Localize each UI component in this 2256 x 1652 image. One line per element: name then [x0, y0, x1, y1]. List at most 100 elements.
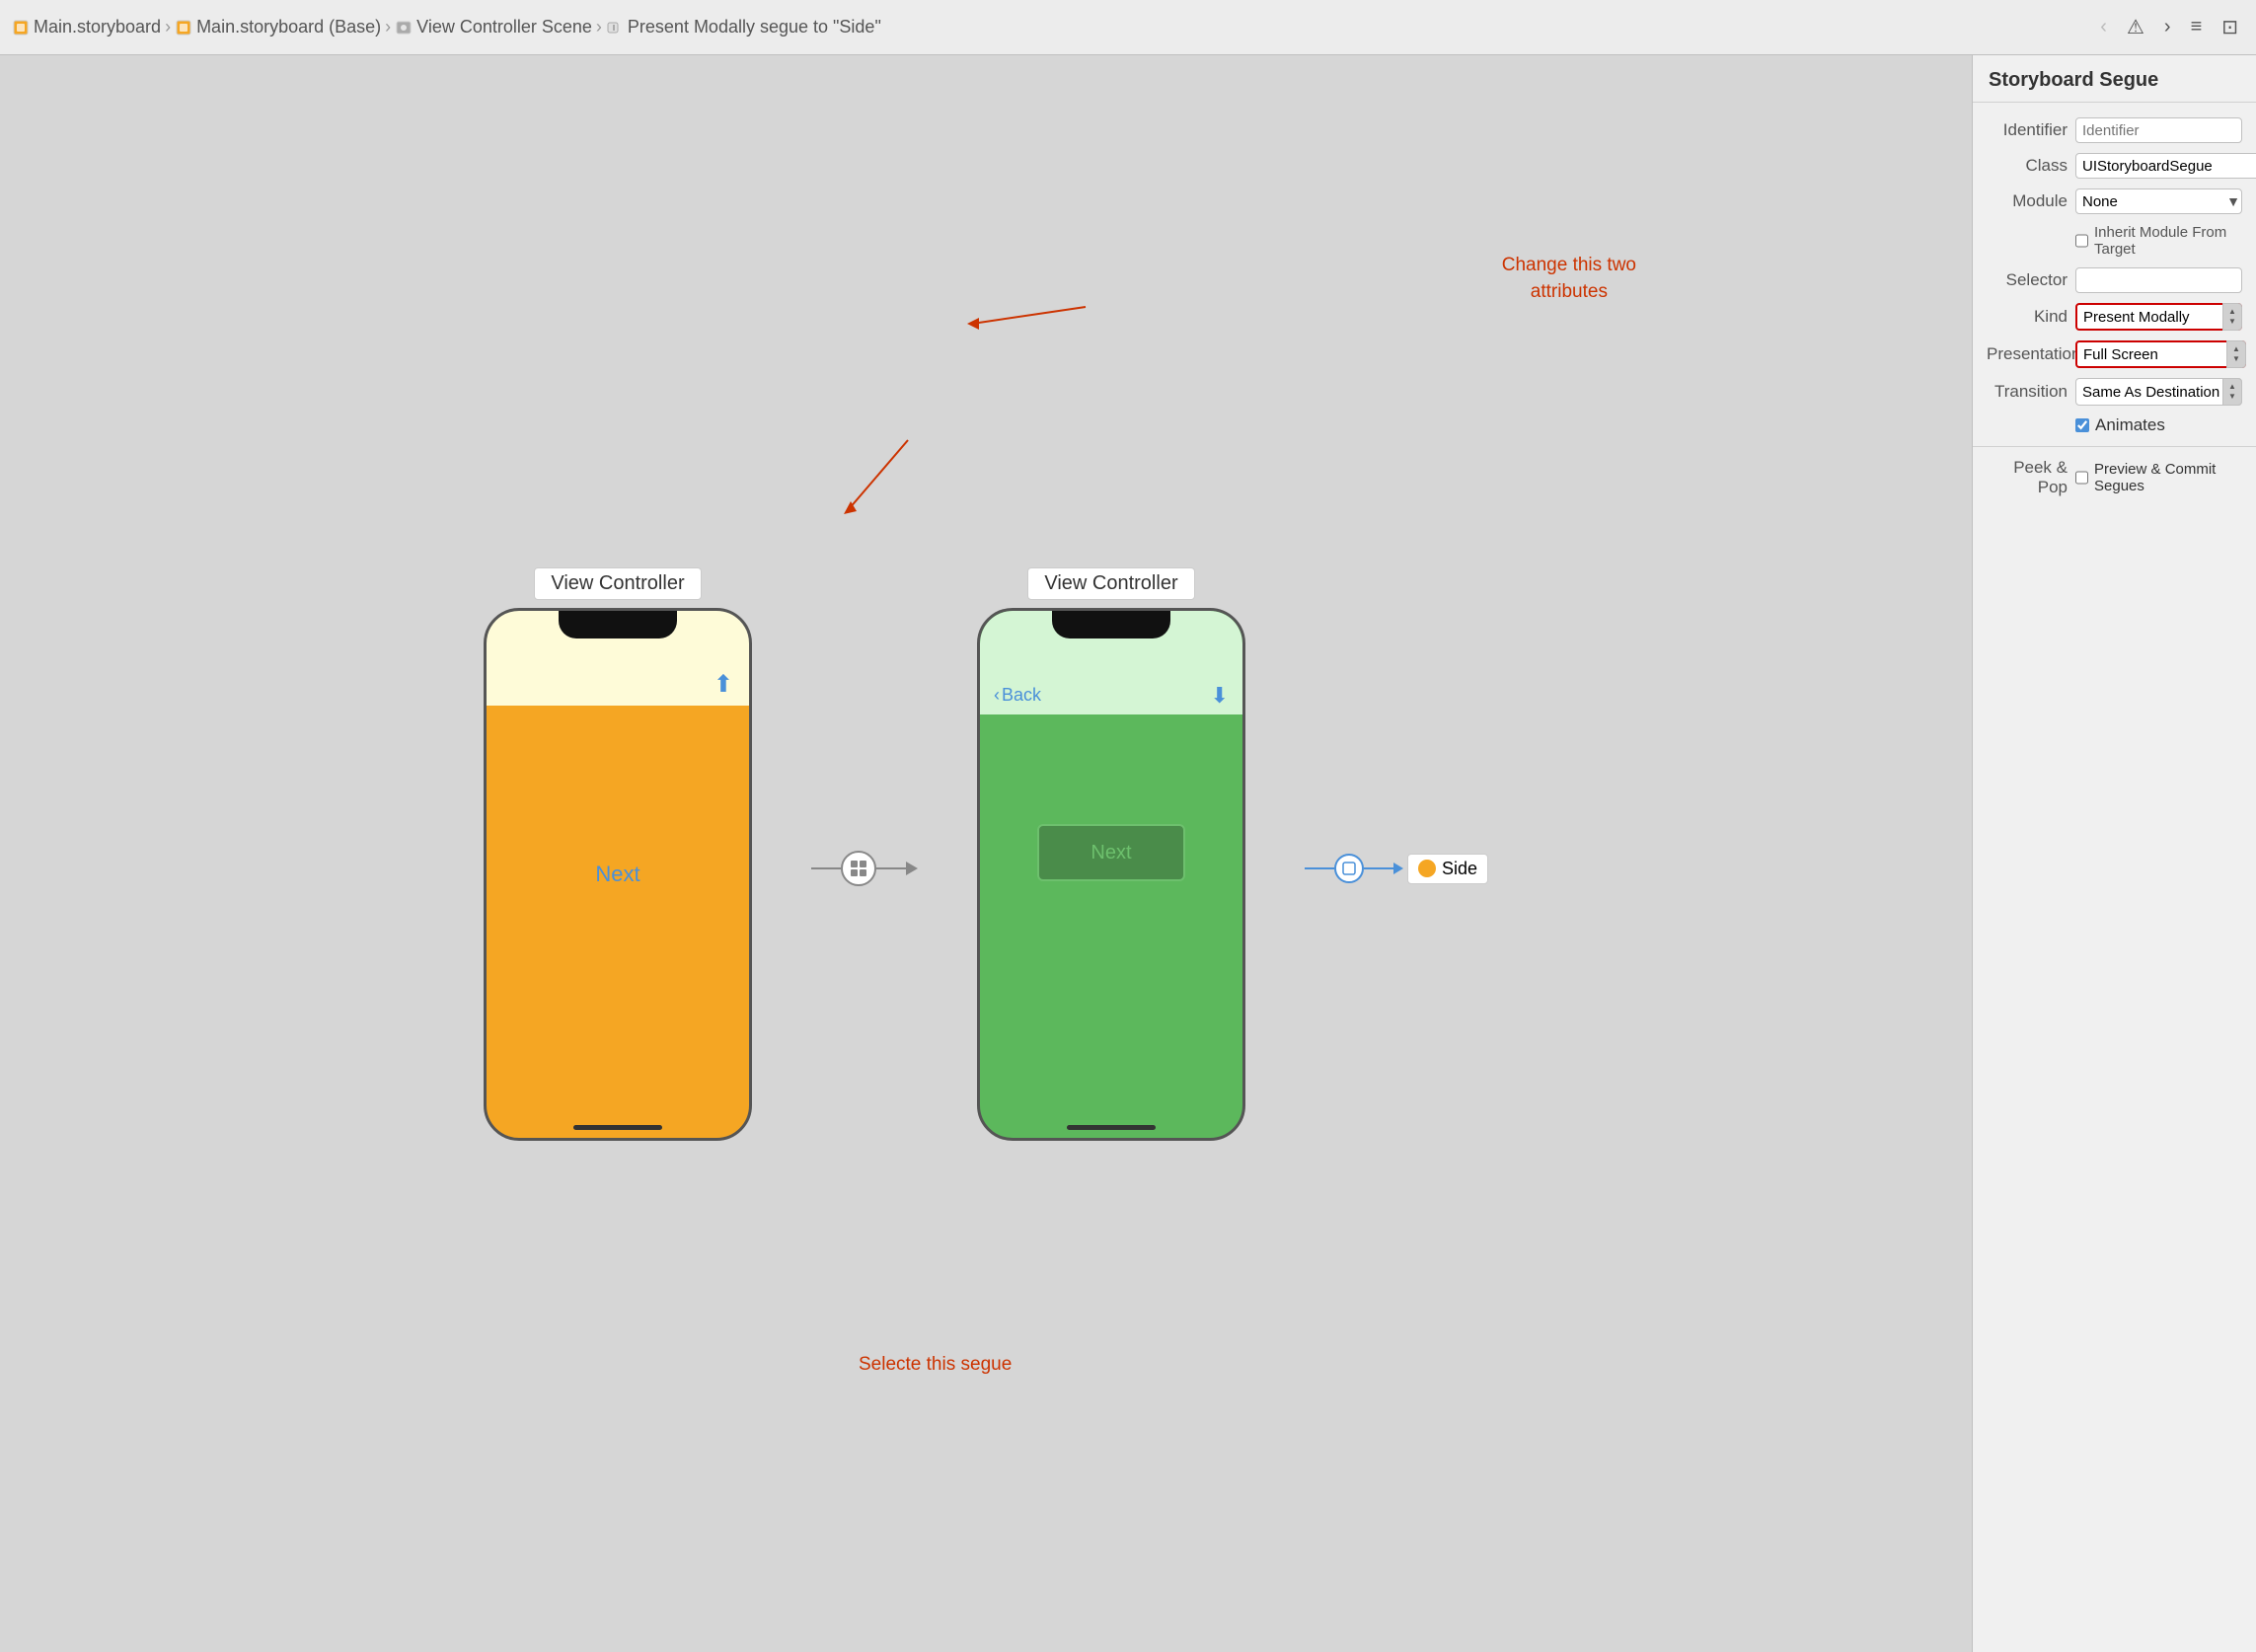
scene1-home-bar	[573, 1125, 662, 1130]
segue-icon	[606, 19, 624, 37]
menu-button[interactable]: ≡	[2185, 12, 2209, 42]
scene1-label: View Controller	[534, 567, 701, 600]
breadcrumb-label-1: Main.storyboard	[34, 17, 161, 38]
breadcrumb-item-4[interactable]: Present Modally segue to "Side"	[606, 17, 881, 38]
module-row: Module None ▼	[1973, 184, 2256, 219]
animates-row: Animates	[1973, 411, 2256, 440]
presentation-dropdown-arrow[interactable]: ▲ ▼	[2226, 340, 2246, 368]
scene2-top: ‹ Back ⬇	[980, 611, 1242, 714]
nav-forward-button[interactable]: ›	[2158, 12, 2177, 42]
presentation-arrow-up: ▲	[2232, 345, 2240, 353]
selector-input[interactable]	[2075, 267, 2242, 293]
segue-arrow-1	[811, 851, 918, 886]
arrow-line-left	[811, 867, 841, 869]
download-icon[interactable]: ⬇	[1211, 683, 1229, 709]
divider-1	[1973, 446, 2256, 447]
side-dot	[1418, 860, 1436, 877]
breadcrumb-sep-3: ›	[596, 17, 602, 38]
scene2-next-label: Next	[1090, 842, 1131, 864]
animates-label[interactable]: Animates	[2075, 415, 2165, 435]
annotation-select-text: Selecte this segue	[859, 1354, 1012, 1375]
arrow-head-1	[906, 862, 918, 875]
transition-dropdown-wrapper: Same As Destination Cover Vertical Flip …	[2075, 378, 2242, 406]
breadcrumb-label-4: Present Modally segue to "Side"	[628, 17, 881, 38]
inherit-checkbox[interactable]	[2075, 234, 2088, 248]
breadcrumb-item-1[interactable]: Main.storyboard	[12, 17, 161, 38]
kind-arrow-down: ▼	[2228, 318, 2236, 326]
annotation-change-line2: attributes	[1502, 279, 1636, 306]
side-destination[interactable]: Side	[1407, 854, 1488, 884]
scene2-nav: ‹ Back ⬇	[980, 677, 1242, 714]
presentation-select[interactable]: Full Screen Automatic Current Context Ov…	[2075, 340, 2246, 368]
scene2-next-button[interactable]: Next	[1037, 824, 1185, 881]
back-label: Back	[1002, 685, 1041, 706]
breadcrumb: Main.storyboard › Main.storyboard (Base)…	[12, 17, 881, 38]
annotation-change-line1: Change this two	[1502, 253, 1636, 279]
nav-warning-button[interactable]: ⚠	[2121, 11, 2150, 43]
breadcrumb-sep-2: ›	[385, 17, 391, 38]
kind-row: Kind Present Modally Show Show Detail Pr…	[1973, 298, 2256, 336]
kind-dropdown-wrapper: Present Modally Show Show Detail Present…	[2075, 303, 2242, 331]
connector-arrow-head	[1393, 863, 1403, 874]
transition-arrow-down: ▼	[2228, 393, 2236, 401]
preview-label[interactable]: Preview & Commit Segues	[2075, 461, 2242, 494]
transition-dropdown-arrow[interactable]: ▲ ▼	[2222, 378, 2242, 406]
kind-dropdown-arrow[interactable]: ▲ ▼	[2222, 303, 2242, 331]
inherit-label: Inherit Module From Target	[2075, 224, 2242, 258]
scene1-phone[interactable]: ⬆ Next	[484, 608, 752, 1141]
scene2-phone[interactable]: ‹ Back ⬇ Next	[977, 608, 1245, 1141]
top-bar: Main.storyboard › Main.storyboard (Base)…	[0, 0, 2256, 55]
peek-row: Peek & Pop Preview & Commit Segues	[1973, 453, 2256, 502]
transition-row: Transition Same As Destination Cover Ver…	[1973, 373, 2256, 411]
animates-checkbox[interactable]	[2075, 418, 2089, 432]
scene1-container: View Controller ⬆ Next	[484, 567, 752, 1141]
presentation-row: Presentation Full Screen Automatic Curre…	[1973, 336, 2256, 373]
identifier-value	[2075, 117, 2242, 143]
transition-label: Transition	[1987, 382, 2075, 402]
chevron-left-icon: ‹	[994, 685, 1000, 706]
annotation-change: Change this two attributes	[1502, 253, 1636, 305]
class-row: Class ↺ ▼	[1973, 148, 2256, 184]
class-label: Class	[1987, 156, 2075, 176]
segue-icon-1[interactable]	[841, 851, 876, 886]
transition-select[interactable]: Same As Destination Cover Vertical Flip …	[2075, 378, 2242, 406]
arrow-line-right	[876, 867, 906, 869]
presentation-label: Presentation	[1987, 344, 2075, 364]
connector-line-right	[1364, 867, 1393, 869]
module-label: Module	[1987, 191, 2075, 211]
breadcrumb-label-2: Main.storyboard (Base)	[196, 17, 381, 38]
identifier-label: Identifier	[1987, 120, 2075, 140]
scene-icon	[395, 19, 413, 37]
panel-form: Identifier Class ↺ ▼ Module No	[1973, 103, 2256, 512]
inherit-row: Inherit Module From Target	[1973, 219, 2256, 263]
scene2-container: View Controller ‹ Back ⬇ Next	[977, 567, 1245, 1141]
segue-node[interactable]	[1334, 854, 1364, 883]
identifier-row: Identifier	[1973, 113, 2256, 148]
selector-value	[2075, 267, 2242, 293]
segue-node-icon	[1341, 861, 1357, 876]
class-input[interactable]	[2075, 153, 2256, 179]
module-select[interactable]: None	[2075, 188, 2242, 214]
storyboard-icon-2	[175, 19, 192, 37]
presentation-arrow-down: ▼	[2232, 355, 2240, 363]
preview-checkbox[interactable]	[2075, 471, 2088, 485]
breadcrumb-label-3: View Controller Scene	[416, 17, 592, 38]
identifier-input[interactable]	[2075, 117, 2242, 143]
scene1-notch	[559, 611, 677, 638]
panel-title: Storyboard Segue	[1973, 55, 2256, 103]
kind-arrow-up: ▲	[2228, 308, 2236, 316]
nav-back-button[interactable]: ‹	[2094, 12, 2113, 42]
window-button[interactable]: ⊡	[2216, 11, 2244, 43]
top-bar-actions: ‹ ⚠ › ≡ ⊡	[2094, 11, 2244, 43]
side-label: Side	[1442, 859, 1477, 879]
segue-connector: Side	[1305, 854, 1488, 884]
breadcrumb-item-3[interactable]: View Controller Scene	[395, 17, 592, 38]
kind-select[interactable]: Present Modally Show Show Detail Present…	[2075, 303, 2242, 331]
back-button[interactable]: ‹ Back	[994, 685, 1041, 706]
share-icon[interactable]: ⬆	[714, 670, 733, 699]
breadcrumb-item-2[interactable]: Main.storyboard (Base)	[175, 17, 381, 38]
main-content: View Controller ⬆ Next	[0, 55, 2256, 1652]
inherit-text: Inherit Module From Target	[2094, 224, 2242, 258]
module-wrapper: None ▼	[2075, 188, 2242, 214]
scene2-home-bar	[1067, 1125, 1156, 1130]
